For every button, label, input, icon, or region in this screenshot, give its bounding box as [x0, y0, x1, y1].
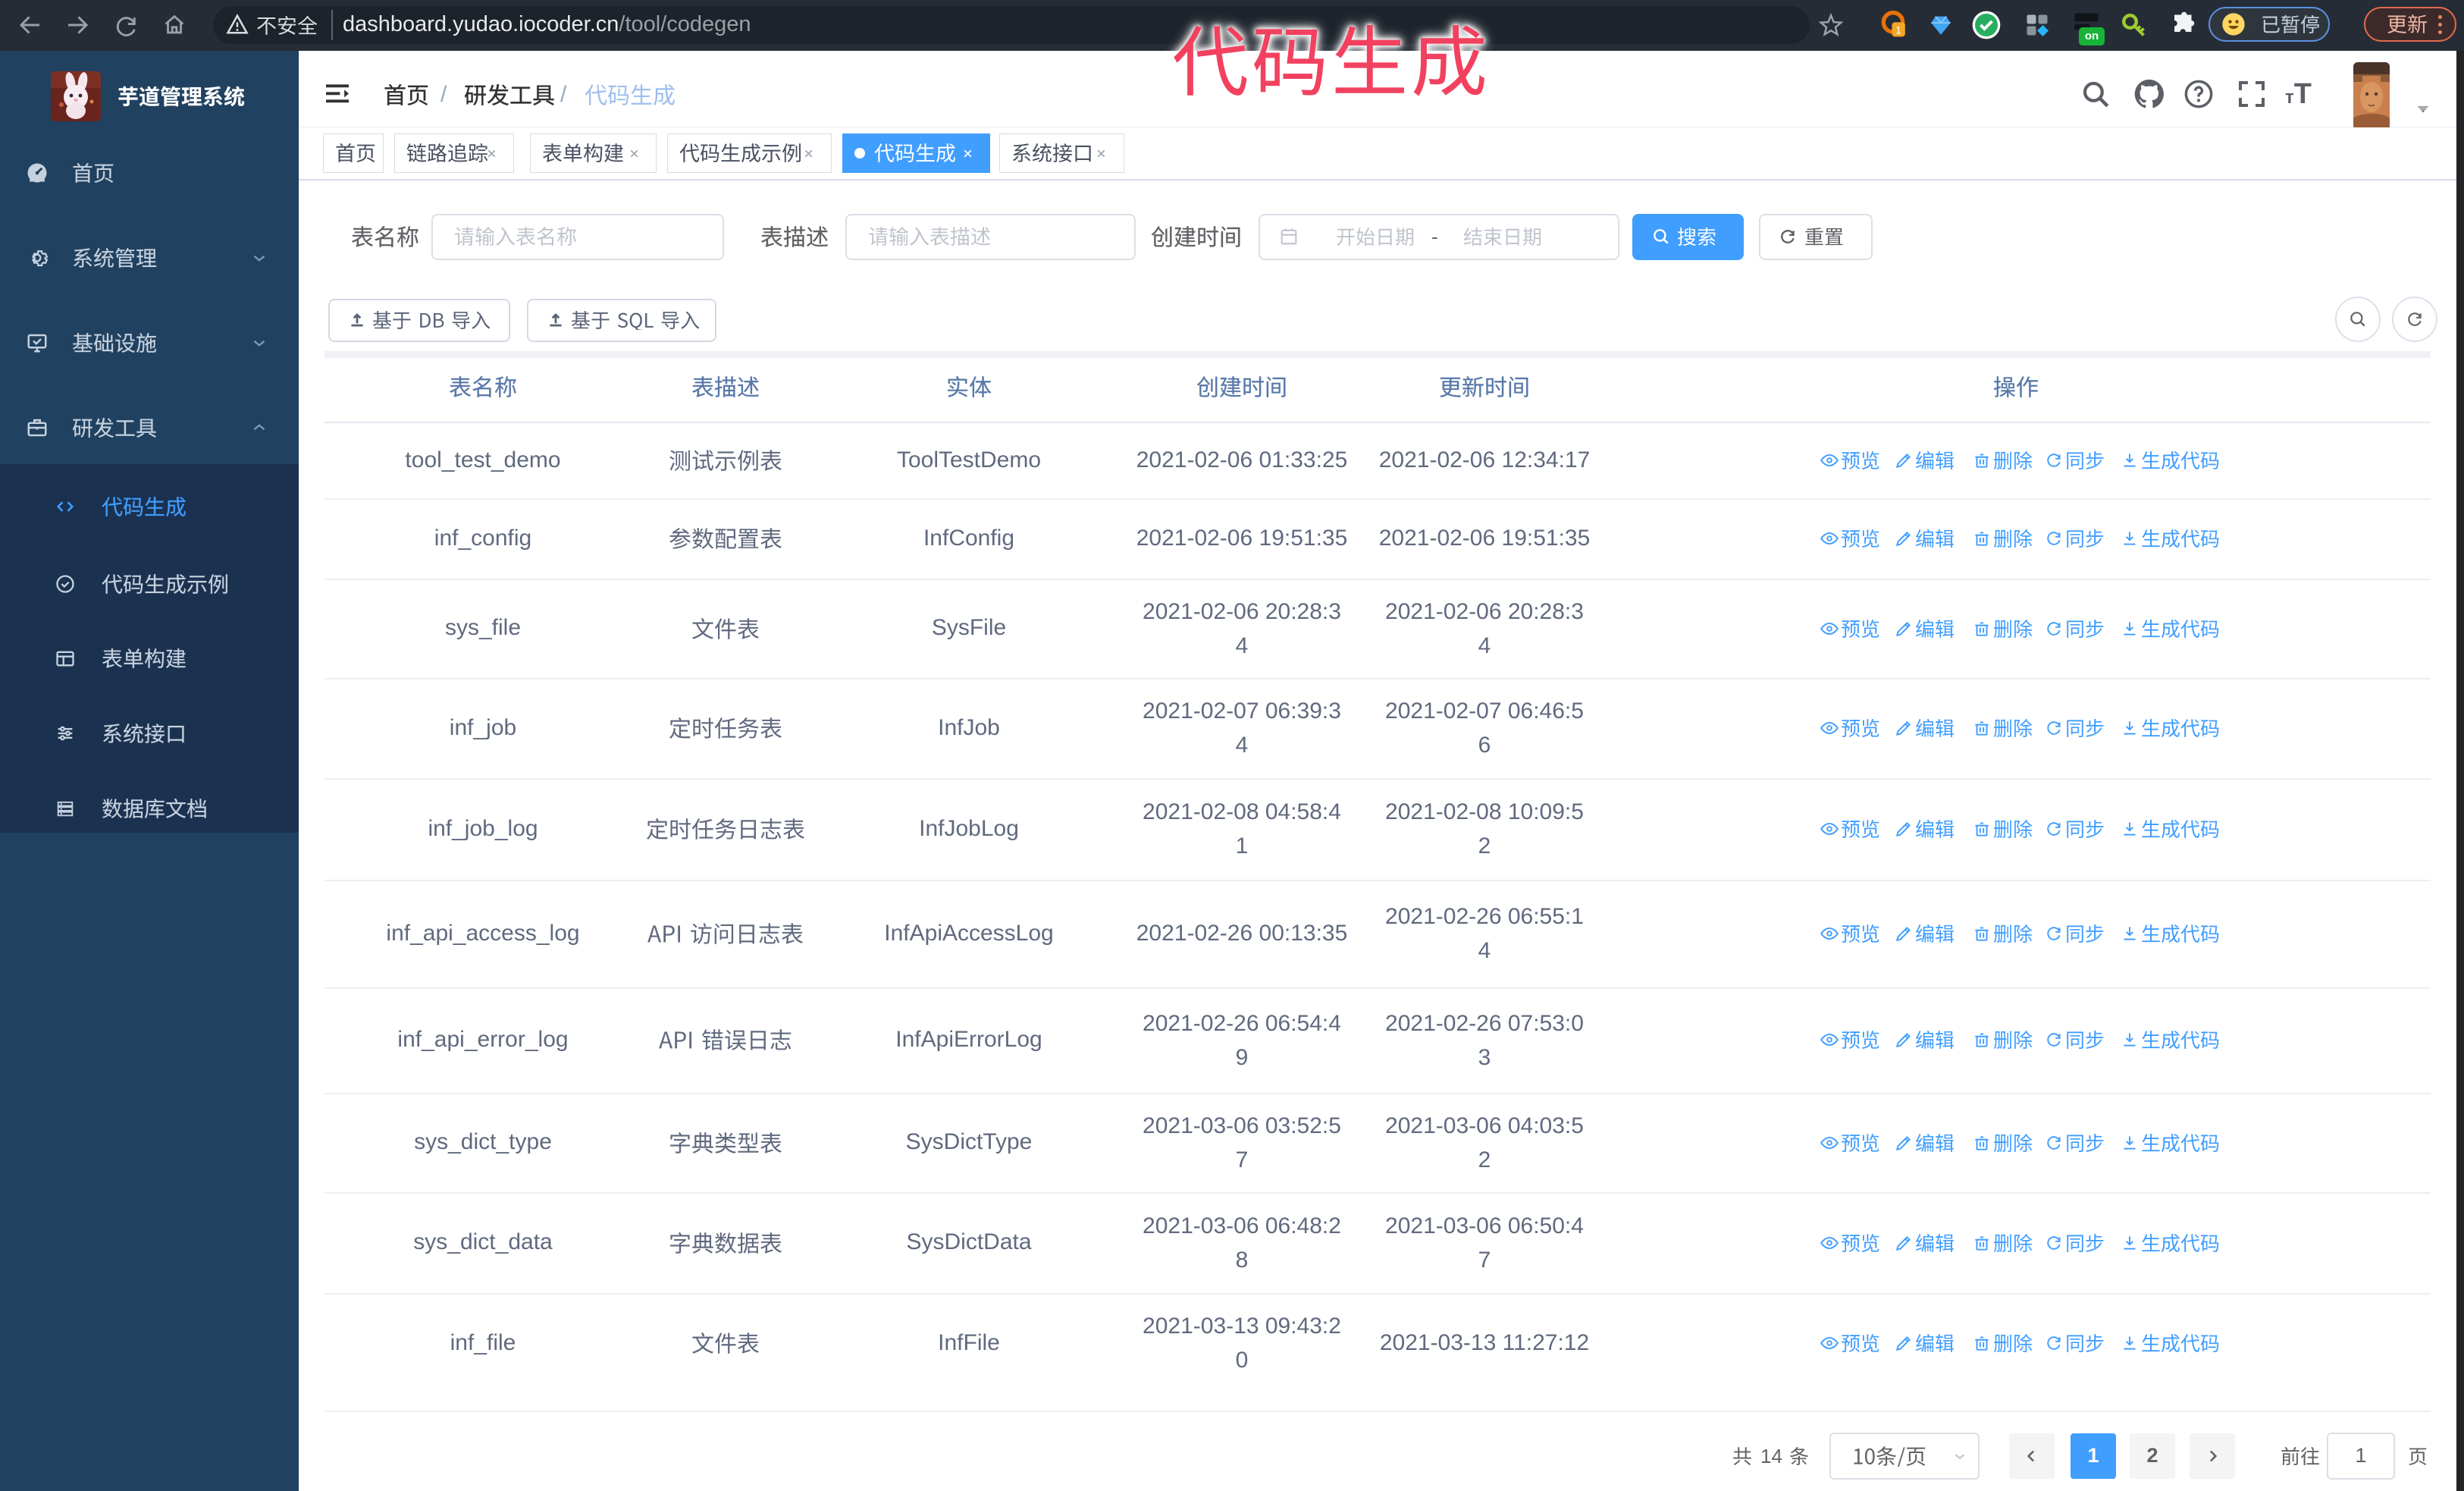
svg-text:1: 1: [1895, 25, 1901, 37]
